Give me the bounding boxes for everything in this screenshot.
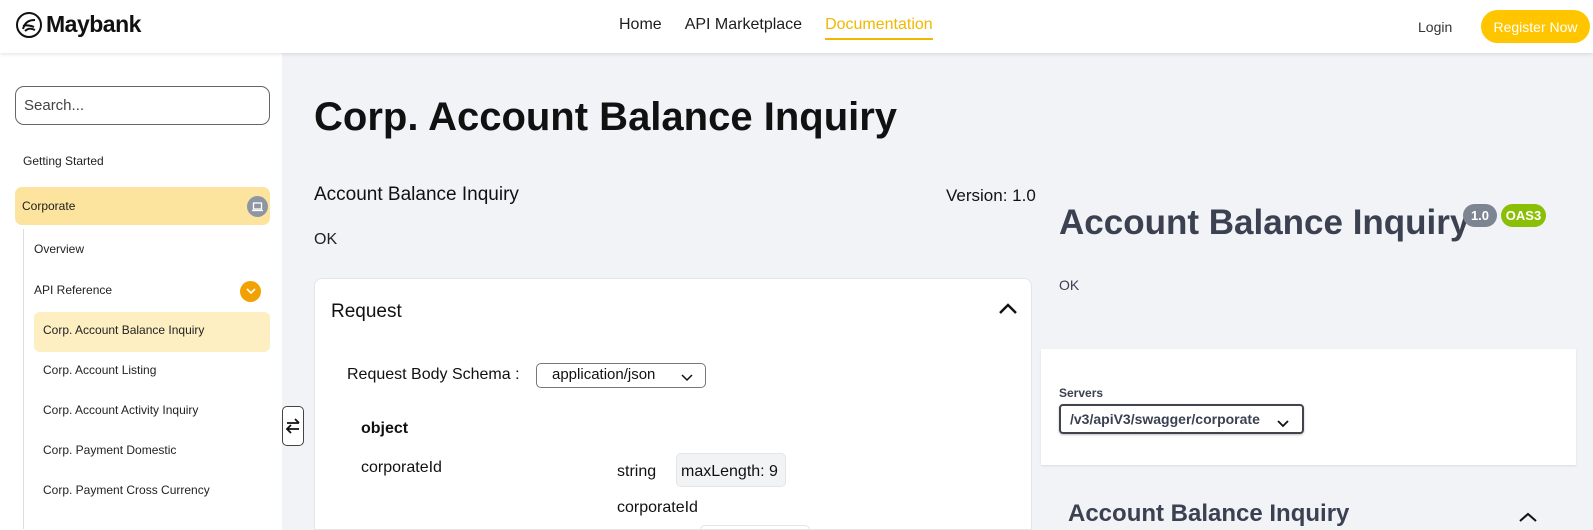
chevron-down-icon[interactable] — [240, 281, 261, 302]
brand-name: Maybank — [46, 11, 141, 37]
servers-label: Servers — [1059, 386, 1104, 400]
request-title: Request — [331, 301, 402, 322]
maybank-logo[interactable]: Maybank — [16, 11, 141, 38]
servers-panel: Servers /v3/apiV3/swagger/corporate — [1041, 349, 1576, 465]
sidebar-group-label: Corporate — [22, 199, 76, 213]
field-constraint-badge: maxLength: 9 — [676, 453, 786, 487]
servers-select[interactable]: /v3/apiV3/swagger/corporate — [1059, 404, 1304, 434]
laptop-icon[interactable] — [247, 196, 268, 217]
server-value: /v3/apiV3/swagger/corporate — [1070, 411, 1260, 427]
chevron-up-icon[interactable] — [1519, 509, 1537, 527]
content-type-select[interactable]: application/json — [536, 363, 706, 388]
swagger-description: OK — [1059, 277, 1080, 293]
oas-badge: OAS3 — [1501, 204, 1546, 227]
field-description: corporateId — [617, 499, 698, 516]
sidebar: Getting Started Corporate Overview API R… — [0, 53, 282, 530]
request-panel: Request Request Body Schema : applicatio… — [314, 278, 1032, 530]
swap-panels-button[interactable] — [282, 406, 304, 446]
sidebar-item-account-balance[interactable]: Corp. Account Balance Inquiry — [43, 323, 204, 337]
operation-section-title: Account Balance Inquiry — [1068, 500, 1350, 527]
sidebar-group-corporate[interactable]: Corporate — [15, 187, 270, 225]
main-nav: Home API Marketplace Documentation — [619, 16, 933, 40]
login-link[interactable]: Login — [1418, 19, 1452, 35]
sidebar-item-payment-cross-currency[interactable]: Corp. Payment Cross Currency — [43, 483, 210, 497]
chevron-down-icon — [1277, 415, 1289, 431]
tiger-logo-icon — [16, 11, 42, 38]
request-schema-label: Request Body Schema : — [347, 366, 520, 383]
sidebar-item-account-activity[interactable]: Corp. Account Activity Inquiry — [43, 403, 198, 417]
swagger-title: Account Balance Inquiry — [1059, 203, 1470, 242]
version-label: Version: 1.0 — [946, 186, 1036, 205]
sidebar-item-account-listing[interactable]: Corp. Account Listing — [43, 363, 156, 377]
api-description: OK — [314, 231, 338, 248]
swap-arrows-icon — [285, 418, 300, 434]
chevron-up-icon[interactable] — [999, 301, 1017, 319]
sidebar-item-payment-domestic[interactable]: Corp. Payment Domestic — [43, 443, 176, 457]
top-navbar: Maybank Home API Marketplace Documentati… — [0, 0, 1593, 53]
tree-guide-line — [23, 229, 24, 529]
nav-api-marketplace[interactable]: API Marketplace — [685, 16, 802, 40]
search-input[interactable] — [15, 86, 270, 125]
field-type: string — [617, 463, 657, 480]
api-subtitle: Account Balance Inquiry — [314, 184, 519, 205]
chevron-down-icon — [681, 369, 693, 386]
field-constraint-badge-partial — [700, 525, 810, 530]
field-name: corporateId — [361, 459, 442, 476]
sidebar-item-api-reference[interactable]: API Reference — [34, 283, 112, 297]
register-button[interactable]: Register Now — [1481, 10, 1590, 43]
schema-object-type: object — [361, 420, 409, 437]
content-type-value: application/json — [552, 366, 656, 383]
sidebar-item-getting-started[interactable]: Getting Started — [23, 154, 104, 168]
nav-documentation[interactable]: Documentation — [825, 16, 933, 40]
sidebar-item-overview[interactable]: Overview — [34, 242, 84, 256]
page-title: Corp. Account Balance Inquiry — [314, 95, 898, 139]
version-badge: 1.0 — [1463, 204, 1497, 227]
nav-home[interactable]: Home — [619, 16, 662, 40]
